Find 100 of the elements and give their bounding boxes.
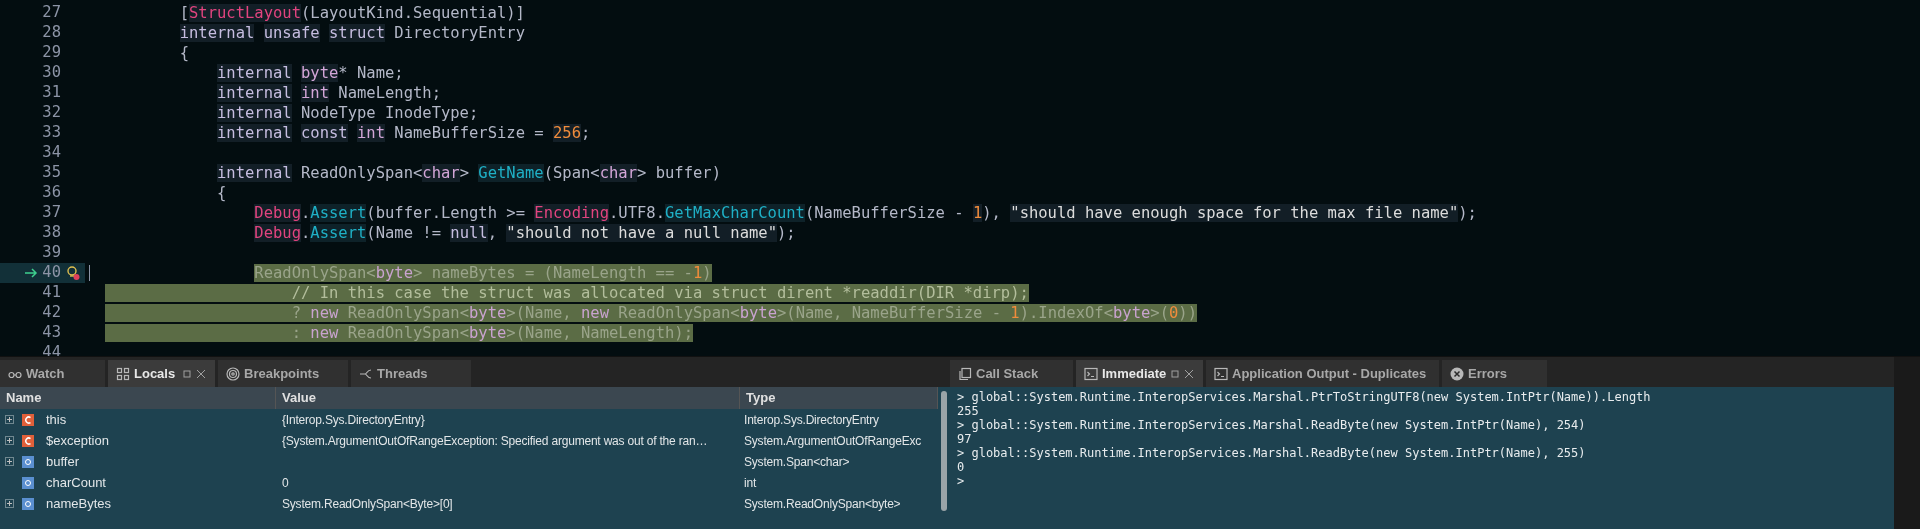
code-text: > buffer): [637, 164, 721, 182]
line-number: 37: [42, 202, 61, 224]
code-text: ReadOnlySpan<: [301, 164, 423, 182]
code-text: {: [179, 44, 189, 62]
code-text: ReadOnlySpan<: [347, 324, 469, 342]
panel-tab[interactable]: Application Output - Duplicates: [1206, 360, 1439, 387]
variable-type: int: [744, 475, 757, 490]
column-header[interactable]: Name: [0, 387, 276, 409]
code-text: .: [301, 224, 311, 242]
class-name: StructLayout: [189, 4, 301, 22]
line-number: 32: [42, 102, 61, 124]
keyword: null: [450, 224, 488, 242]
variable-type: System.Span<char>: [744, 454, 850, 469]
type-keyword: int: [301, 84, 329, 102]
console-line: > global::System.Runtime.InteropServices.Marshal.ReadByte(new System.IntPtr(Name), 255): [957, 446, 1587, 460]
variable-type: Interop.Sys.DirectoryEntry: [744, 412, 879, 427]
code-text: * Name;: [338, 64, 404, 82]
class-name: Debug: [254, 204, 301, 222]
console-line: 97: [957, 432, 972, 446]
line-number: 29: [42, 42, 61, 64]
variable-name: buffer: [46, 452, 79, 471]
line-number: 38: [42, 222, 61, 244]
keyword: new: [310, 304, 339, 322]
code-text: DirectoryEntry: [394, 24, 525, 42]
panel-tab[interactable]: Threads: [351, 360, 471, 387]
variable-name: nameBytes: [46, 494, 112, 513]
line-number: 40: [42, 262, 61, 284]
console-line: 255: [957, 404, 980, 418]
code-text: (Name !=: [366, 224, 441, 242]
variable-type: System.ReadOnlySpan<byte>: [744, 496, 901, 511]
type-keyword: byte: [469, 304, 507, 322]
code-text: ?: [291, 304, 301, 322]
keyword: internal: [217, 64, 292, 82]
code-text: > nameBytes = (NameLength == -: [412, 264, 693, 282]
code-text: (Span<: [543, 164, 600, 182]
console-line: >: [957, 474, 966, 488]
code-text: );: [776, 224, 796, 242]
panel-tab[interactable]: Call Stack: [950, 360, 1073, 387]
number-literal: 1: [1010, 304, 1020, 322]
code-text: NameLength;: [338, 84, 441, 102]
code-text: >(: [1150, 304, 1169, 322]
code-text: >: [459, 164, 469, 182]
panel-tab[interactable]: Locals: [108, 360, 215, 387]
panel-tab[interactable]: Errors: [1442, 360, 1547, 387]
panel-tab[interactable]: Watch: [0, 360, 105, 387]
type-keyword: char: [422, 164, 460, 182]
method-name: GetName: [478, 164, 544, 182]
line-number: 42: [42, 302, 61, 324]
type-keyword: byte: [1113, 304, 1151, 322]
line-number: 39: [42, 242, 61, 264]
code-text: :: [291, 324, 301, 342]
code-text: >(Name, NameBufferSize -: [777, 304, 1001, 322]
keyword: struct: [329, 24, 385, 42]
line-number: 30: [42, 62, 61, 84]
code-text: ;: [581, 124, 591, 142]
type-keyword: byte: [301, 64, 339, 82]
line-number: 36: [42, 182, 61, 204]
code-text: (NameBufferSize -: [804, 204, 964, 222]
panel-tab[interactable]: Breakpoints: [218, 360, 348, 387]
code-text: );: [1458, 204, 1477, 222]
code-text: ReadOnlySpan<: [618, 304, 740, 322]
line-number: 31: [42, 82, 61, 104]
code-text: >(Name, NameLength);: [506, 324, 693, 342]
variable-name: this: [46, 410, 67, 429]
code-text: ),: [982, 204, 1001, 222]
keyword: internal: [217, 164, 292, 182]
keyword: internal: [179, 24, 255, 42]
code-text: )): [1178, 304, 1197, 322]
code-text: .UTF8.: [608, 204, 665, 222]
string-literal: "should not have a null name": [506, 224, 777, 242]
line-number: 34: [42, 142, 61, 164]
variable-name: $exception: [46, 431, 109, 450]
variable-value: 0: [282, 475, 289, 490]
code-comment: // In this case the struct was allocated via struct dirent *readdir(DIR *dirp);: [291, 284, 1029, 302]
column-header[interactable]: Type: [740, 387, 938, 409]
variable-value: {System.ArgumentOutOfRangeException: Specified argument was out of the ran…: [282, 433, 708, 448]
class-name: Encoding: [534, 204, 609, 222]
code-text: ): [702, 264, 712, 282]
line-number: 35: [42, 162, 61, 184]
variable-value: System.ReadOnlySpan<Byte>[0]: [282, 496, 453, 511]
keyword: new: [310, 324, 339, 342]
panel-tab[interactable]: Immediate: [1076, 360, 1203, 387]
variable-type: System.ArgumentOutOfRangeExc: [744, 433, 922, 448]
keyword: internal: [217, 84, 292, 102]
console-line: > global::System.Runtime.InteropServices.Marshal.ReadByte(new System.IntPtr(Name), 254): [957, 418, 1587, 432]
variable-value: {Interop.Sys.DirectoryEntry}: [282, 412, 425, 427]
line-number: 33: [42, 122, 61, 144]
code-text: [: [179, 4, 189, 22]
console-line: > global::System.Runtime.InteropServices.Marshal.PtrToStringUTF8(new System.IntPtr(Name)).Length: [957, 390, 1652, 404]
type-keyword: int: [357, 124, 385, 142]
line-number: 43: [42, 322, 61, 344]
code-text: ReadOnlySpan<: [347, 304, 469, 322]
code-text: NameBufferSize =: [394, 124, 544, 142]
number-literal: 256: [553, 124, 581, 142]
keyword: new: [581, 304, 609, 322]
line-number: 41: [42, 282, 61, 304]
keyword: internal: [217, 124, 292, 142]
number-literal: 1: [692, 264, 703, 282]
code-text: (buffer.Length >=: [366, 204, 525, 222]
column-header[interactable]: Value: [276, 387, 740, 409]
